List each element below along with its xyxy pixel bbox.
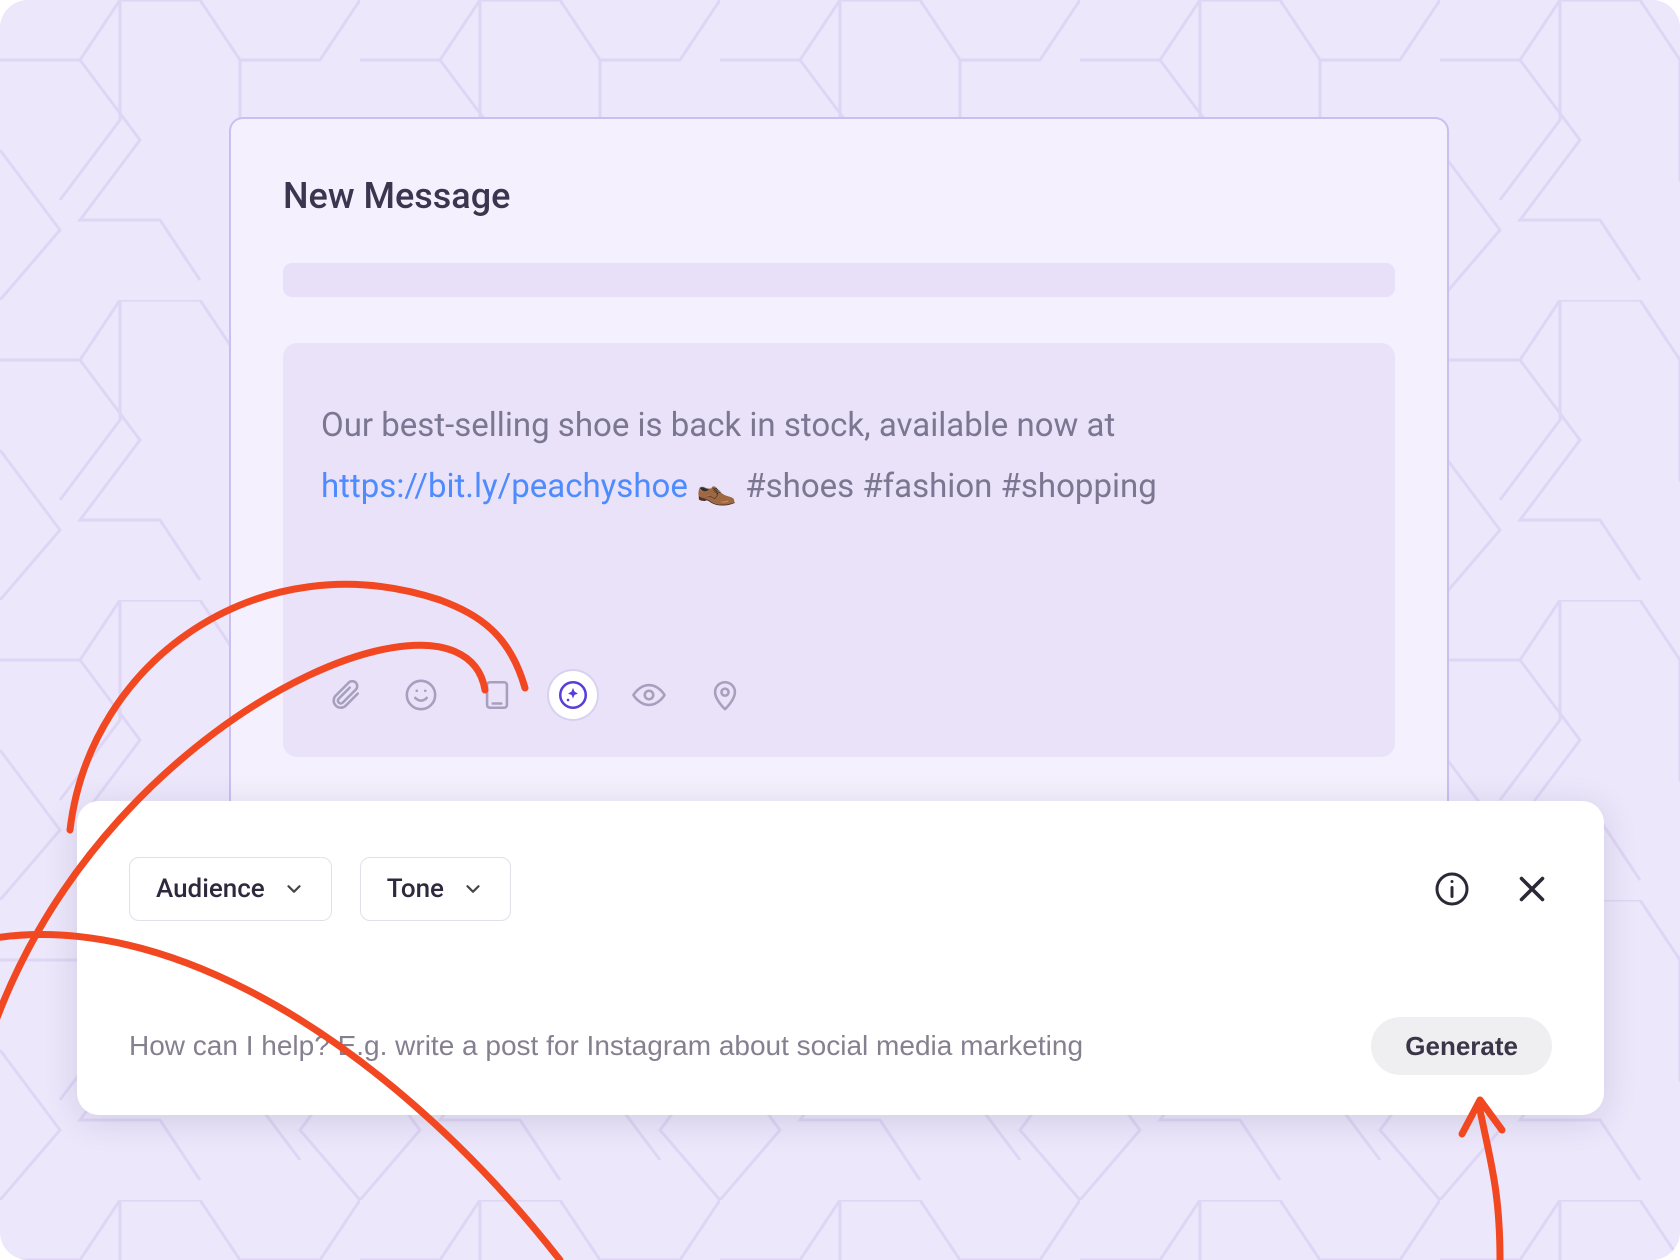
location-icon[interactable] xyxy=(701,671,749,719)
tone-dropdown[interactable]: Tone xyxy=(360,857,511,921)
composer-title: New Message xyxy=(283,175,1395,217)
audience-dropdown[interactable]: Audience xyxy=(129,857,332,921)
ai-sparkle-icon[interactable] xyxy=(549,671,597,719)
audience-dropdown-label: Audience xyxy=(156,874,265,904)
message-toolbar xyxy=(321,671,749,719)
ai-assist-panel: Audience Tone Generate xyxy=(77,801,1604,1115)
emoji-icon[interactable] xyxy=(397,671,445,719)
eye-icon[interactable] xyxy=(625,671,673,719)
chevron-down-icon xyxy=(283,878,305,900)
tone-dropdown-label: Tone xyxy=(387,874,444,904)
ai-panel-bottom-row: Generate xyxy=(129,1017,1552,1075)
message-hashtags: #shoes #fashion #shopping xyxy=(745,467,1156,506)
chevron-down-icon xyxy=(462,878,484,900)
ai-panel-top-row: Audience Tone xyxy=(129,857,1552,921)
generate-button[interactable]: Generate xyxy=(1371,1017,1552,1075)
message-text-before: Our best-selling shoe is back in stock, … xyxy=(321,406,1115,445)
shoe-emoji-icon: 👞 xyxy=(696,469,737,508)
attachment-icon[interactable] xyxy=(321,671,369,719)
composer-card: New Message Our best-selling shoe is bac… xyxy=(229,117,1449,822)
message-text: Our best-selling shoe is back in stock, … xyxy=(321,395,1357,519)
info-icon[interactable] xyxy=(1432,869,1472,909)
page-icon[interactable] xyxy=(473,671,521,719)
title-skeleton xyxy=(283,263,1395,297)
close-icon[interactable] xyxy=(1512,869,1552,909)
ai-prompt-input[interactable] xyxy=(129,1030,1347,1062)
message-body[interactable]: Our best-selling shoe is back in stock, … xyxy=(283,343,1395,757)
message-link[interactable]: https://bit.ly/peachyshoe xyxy=(321,467,688,506)
app-canvas: New Message Our best-selling shoe is bac… xyxy=(0,0,1680,1260)
